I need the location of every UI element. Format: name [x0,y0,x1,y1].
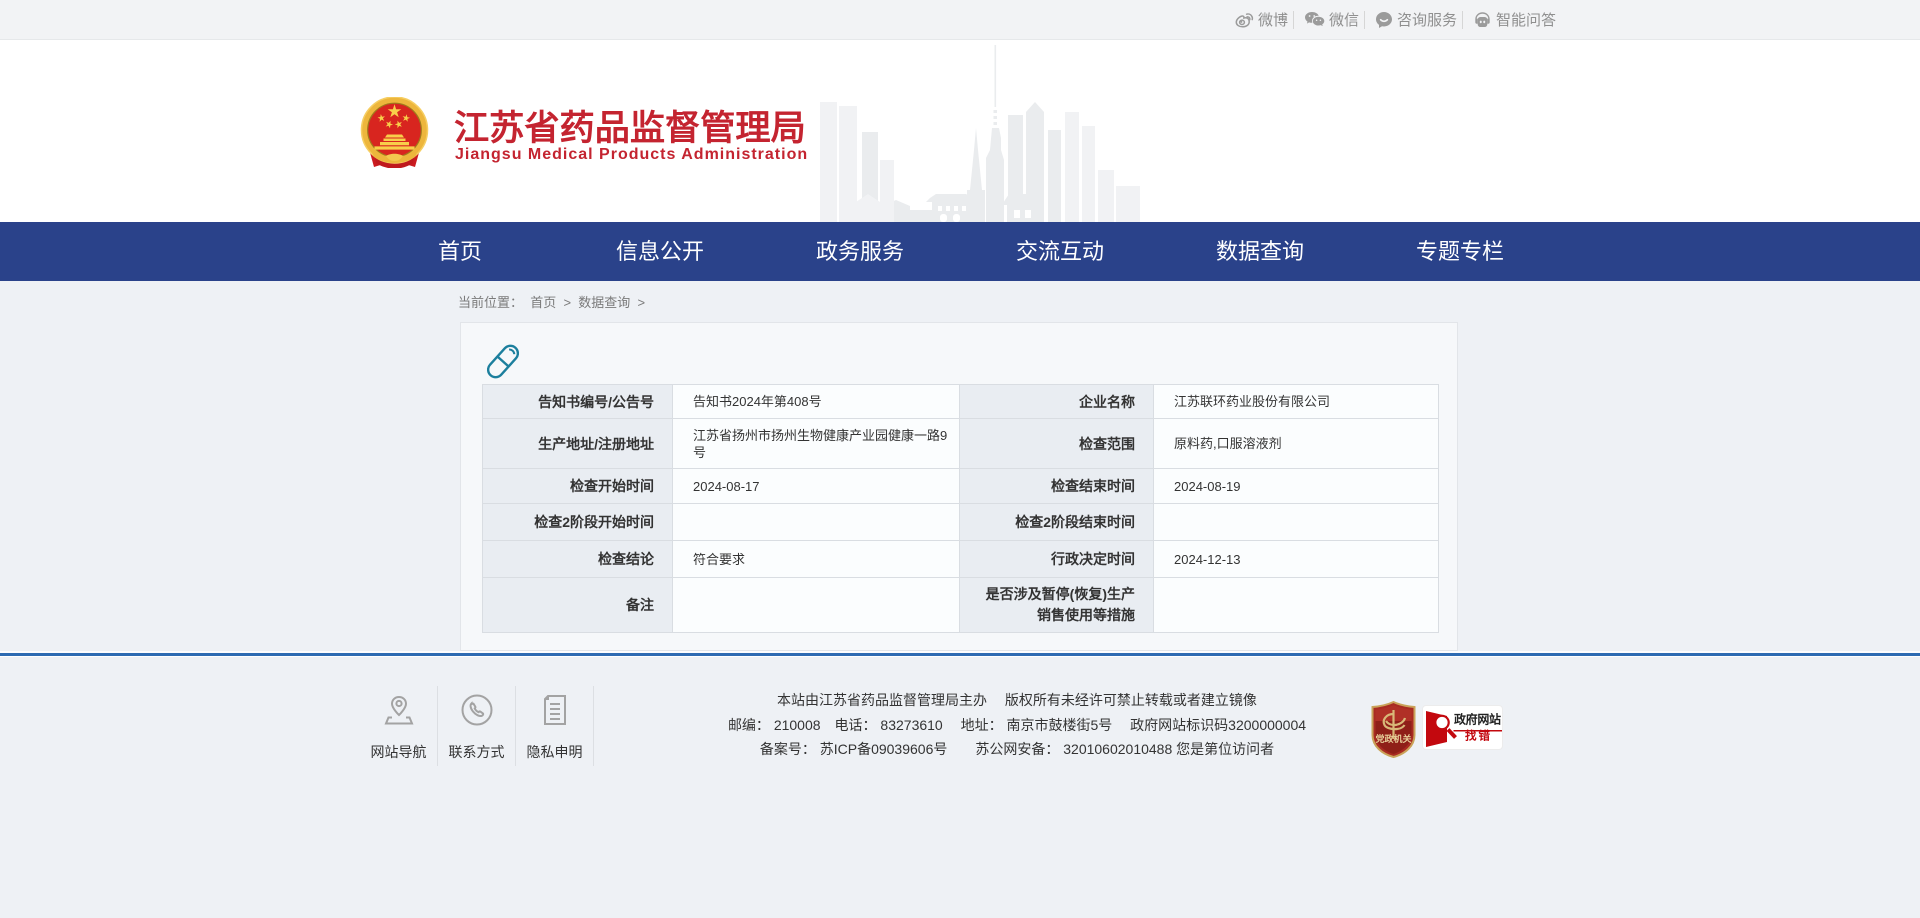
svg-text:找错: 找错 [1465,729,1492,743]
svg-text:政府网站: 政府网站 [1454,712,1501,727]
svg-text:党政机关: 党政机关 [1375,733,1411,744]
